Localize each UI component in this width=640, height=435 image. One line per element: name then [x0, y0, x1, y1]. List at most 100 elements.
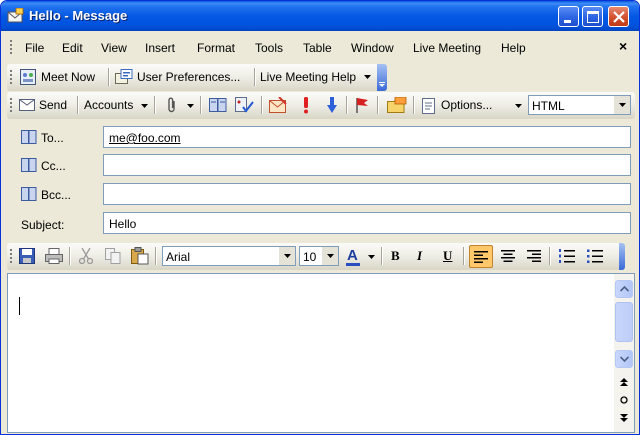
subject-value: Hello	[109, 217, 137, 231]
vertical-scrollbar[interactable]	[614, 274, 634, 432]
permission-folder-icon[interactable]	[387, 97, 407, 114]
menu-file[interactable]: File	[25, 41, 44, 55]
toolbar-separator	[200, 96, 201, 114]
menu-bar: File Edit View Insert Format Tools Table…	[1, 31, 639, 64]
minimize-icon	[564, 20, 571, 23]
minimize-button[interactable]	[558, 6, 579, 27]
font-name-select[interactable]: Arial	[162, 246, 296, 266]
message-header-fields: To... me@foo.com Cc... Bcc... Subject: H…	[1, 119, 639, 243]
send-button[interactable]: Send	[16, 94, 74, 117]
toolbar-separator	[377, 96, 378, 114]
toolbar-separator	[463, 247, 464, 265]
window-title: Hello - Message	[29, 8, 128, 23]
numbered-list-icon[interactable]	[559, 249, 575, 263]
options-button[interactable]: Options...	[419, 94, 527, 117]
send-envelope-icon	[19, 99, 35, 111]
font-color-button[interactable]: A	[343, 245, 379, 268]
next-page-icon[interactable]	[620, 414, 628, 422]
signature-envelope-icon[interactable]	[269, 97, 287, 114]
menu-edit[interactable]: Edit	[62, 41, 83, 55]
live-meeting-toolbar: Meet Now User Preferences... Live Meetin…	[7, 64, 387, 91]
low-importance-icon[interactable]	[327, 97, 337, 114]
cc-field[interactable]	[103, 154, 631, 176]
follow-up-flag-icon[interactable]	[355, 97, 369, 114]
cc-button[interactable]: Cc...	[19, 156, 93, 176]
address-book-icon[interactable]	[209, 97, 227, 113]
bulleted-list-icon[interactable]	[587, 249, 603, 263]
menu-live-meeting[interactable]: Live Meeting	[413, 41, 481, 55]
font-size-dropdown[interactable]	[322, 247, 338, 265]
message-format-dropdown[interactable]	[614, 96, 630, 114]
select-browse-object-icon[interactable]	[620, 396, 628, 404]
toolbar-grip-icon[interactable]	[10, 249, 13, 263]
to-label: To...	[41, 131, 64, 145]
dropdown-arrow-icon	[327, 254, 334, 258]
subject-field[interactable]: Hello	[103, 212, 631, 234]
font-color-swatch	[346, 263, 360, 266]
dropdown-arrow-icon	[364, 75, 371, 79]
dropdown-arrow-icon[interactable]	[187, 104, 194, 108]
to-button[interactable]: To...	[19, 128, 93, 148]
menu-table[interactable]: Table	[303, 41, 332, 55]
italic-button[interactable]: I	[417, 248, 422, 264]
accounts-label: Accounts	[84, 98, 134, 112]
maximize-button[interactable]	[582, 6, 603, 27]
message-window: Hello - Message File Edit View Insert Fo…	[0, 0, 640, 435]
to-recipient[interactable]: me@foo.com	[109, 131, 181, 145]
accounts-button[interactable]: Accounts	[81, 94, 151, 117]
toolbar-separator	[261, 96, 262, 114]
save-disk-icon[interactable]	[19, 248, 35, 264]
message-format-value: HTML	[532, 99, 565, 113]
scroll-up-button[interactable]	[615, 280, 633, 298]
envelope-app-icon	[7, 8, 24, 23]
menu-help[interactable]: Help	[501, 41, 526, 55]
cut-scissors-icon[interactable]	[79, 248, 93, 264]
high-importance-icon[interactable]	[303, 97, 309, 114]
menu-format[interactable]: Format	[197, 41, 235, 55]
live-meeting-help-button[interactable]: Live Meeting Help	[258, 66, 374, 89]
user-preferences-button[interactable]: User Preferences...	[113, 66, 251, 89]
align-left-button[interactable]	[469, 245, 493, 268]
message-body-editor[interactable]	[7, 273, 635, 433]
meet-now-label: Meet Now	[41, 70, 96, 84]
toolbar-grip-icon[interactable]	[10, 70, 13, 84]
previous-page-icon[interactable]	[620, 378, 628, 386]
toolbar-separator	[346, 96, 347, 114]
paste-clipboard-icon[interactable]	[131, 247, 149, 265]
align-center-icon[interactable]	[501, 250, 515, 262]
toolbar-options-button[interactable]	[377, 64, 387, 91]
align-right-icon[interactable]	[527, 250, 541, 262]
close-button[interactable]	[608, 6, 629, 27]
font-size-select[interactable]: 10	[299, 246, 339, 266]
address-book-icon	[21, 187, 37, 201]
bcc-button[interactable]: Bcc...	[19, 185, 93, 205]
menu-insert[interactable]: Insert	[145, 41, 175, 55]
toolbar-grip-icon[interactable]	[10, 98, 13, 112]
print-icon[interactable]	[45, 248, 63, 264]
menu-grip-icon[interactable]	[10, 40, 13, 54]
message-format-select[interactable]: HTML	[528, 95, 631, 115]
meet-now-button[interactable]: Meet Now	[17, 66, 105, 89]
toolbar-separator	[108, 68, 109, 86]
close-document-button[interactable]: ×	[619, 38, 627, 54]
scroll-down-button[interactable]	[615, 350, 633, 368]
user-preferences-label: User Preferences...	[137, 70, 241, 84]
toolbar-options-button[interactable]	[619, 243, 625, 270]
menu-view[interactable]: View	[101, 41, 127, 55]
underline-button[interactable]: U	[443, 248, 452, 264]
live-meeting-help-label: Live Meeting Help	[260, 70, 357, 84]
copy-icon[interactable]	[105, 248, 121, 264]
scroll-thumb[interactable]	[615, 302, 633, 342]
menu-tools[interactable]: Tools	[255, 41, 283, 55]
attach-paperclip-icon[interactable]	[167, 97, 177, 114]
bold-button[interactable]: B	[391, 248, 400, 264]
font-color-letter: A	[347, 247, 358, 264]
font-name-value: Arial	[166, 250, 191, 264]
menu-window[interactable]: Window	[351, 41, 394, 55]
to-field[interactable]: me@foo.com	[103, 126, 631, 148]
font-name-dropdown[interactable]	[279, 247, 295, 265]
title-bar[interactable]: Hello - Message	[1, 1, 639, 31]
check-names-icon[interactable]	[235, 97, 255, 114]
bcc-field[interactable]	[103, 183, 631, 205]
dropdown-arrow-icon	[619, 103, 626, 107]
